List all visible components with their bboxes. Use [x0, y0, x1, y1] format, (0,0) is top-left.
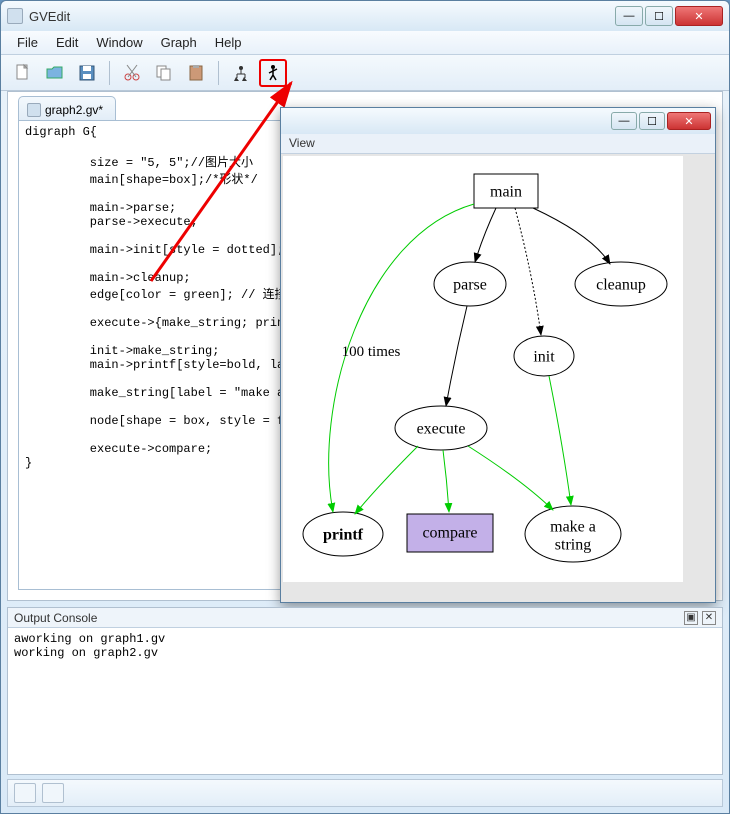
status-btn-2[interactable] — [42, 783, 64, 803]
menubar: File Edit Window Graph Help — [1, 31, 729, 55]
paste-button[interactable] — [182, 59, 210, 87]
node-compare: compare — [422, 525, 477, 542]
minimize-button[interactable]: — — [615, 6, 643, 26]
view-minimize-button[interactable]: — — [611, 112, 637, 130]
node-cleanup: cleanup — [596, 277, 646, 294]
menu-window[interactable]: Window — [88, 33, 150, 52]
titlebar: GVEdit — ☐ ✕ — [1, 1, 729, 31]
graph-canvas: main parse cleanup init execute printf — [283, 156, 683, 582]
node-main: main — [490, 184, 522, 201]
status-btn-1[interactable] — [14, 783, 36, 803]
statusbar — [7, 779, 723, 807]
view-close-button[interactable]: ✕ — [667, 112, 711, 130]
editor-tab[interactable]: graph2.gv* — [18, 96, 116, 120]
node-init: init — [533, 349, 555, 366]
console-title: Output Console — [14, 611, 97, 625]
toolbar — [1, 55, 729, 91]
view-label: View — [281, 134, 715, 154]
menu-help[interactable]: Help — [207, 33, 250, 52]
edge-label-100times: 100 times — [342, 344, 401, 360]
app-title: GVEdit — [29, 9, 615, 24]
menu-graph[interactable]: Graph — [153, 33, 205, 52]
new-file-button[interactable] — [9, 59, 37, 87]
node-execute: execute — [417, 421, 466, 438]
main-window: GVEdit — ☐ ✕ File Edit Window Graph Help… — [0, 0, 730, 814]
node-makestring-1: make a — [550, 519, 596, 536]
node-printf: printf — [323, 527, 364, 544]
node-parse: parse — [453, 277, 487, 294]
editor-tab-label: graph2.gv* — [45, 103, 103, 117]
view-content: main parse cleanup init execute printf — [281, 154, 715, 602]
close-button[interactable]: ✕ — [675, 6, 723, 26]
app-icon — [7, 8, 23, 24]
console-close-button[interactable]: ✕ — [702, 611, 716, 625]
menu-file[interactable]: File — [9, 33, 46, 52]
file-icon — [27, 103, 41, 117]
save-file-button[interactable] — [73, 59, 101, 87]
view-maximize-button[interactable]: ☐ — [639, 112, 665, 130]
output-console: Output Console ▣ ✕ aworking on graph1.gv… — [7, 607, 723, 775]
node-makestring-2: string — [555, 537, 591, 554]
cut-button[interactable] — [118, 59, 146, 87]
copy-button[interactable] — [150, 59, 178, 87]
open-file-button[interactable] — [41, 59, 69, 87]
view-window: — ☐ ✕ View main parse cleanup — [280, 107, 716, 603]
layout-button[interactable] — [227, 59, 255, 87]
console-undock-button[interactable]: ▣ — [684, 611, 698, 625]
menu-edit[interactable]: Edit — [48, 33, 86, 52]
console-body[interactable]: aworking on graph1.gv working on graph2.… — [8, 628, 722, 664]
view-titlebar: — ☐ ✕ — [281, 108, 715, 134]
maximize-button[interactable]: ☐ — [645, 6, 673, 26]
run-button[interactable] — [259, 59, 287, 87]
